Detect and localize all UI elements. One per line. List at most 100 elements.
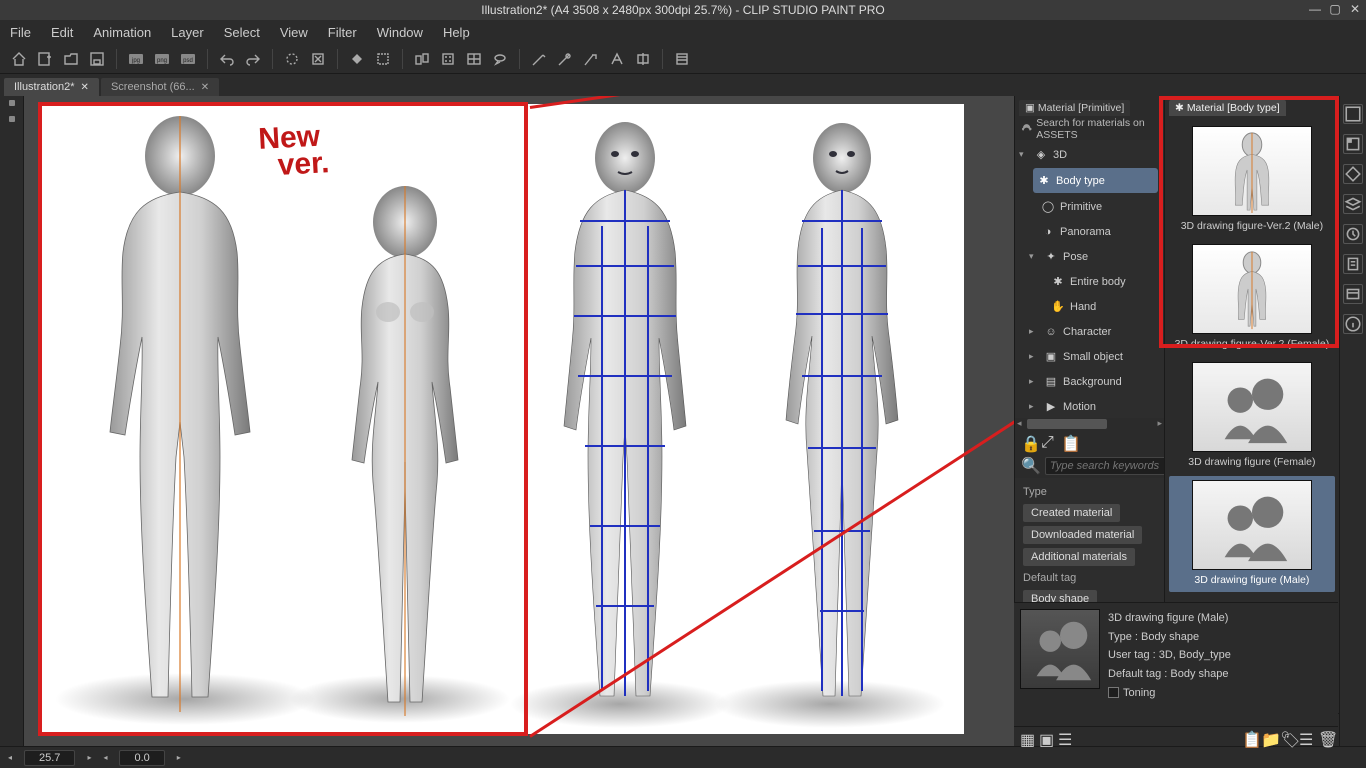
primitive-icon: ◯: [1041, 200, 1055, 214]
snap-grid-icon[interactable]: [580, 48, 602, 70]
chip-created[interactable]: Created material: [1023, 504, 1120, 522]
material-female-v2[interactable]: 3D drawing figure-Ver.2 (Female): [1169, 240, 1335, 356]
home-icon[interactable]: [8, 48, 30, 70]
assist-icon[interactable]: [671, 48, 693, 70]
itembank-icon[interactable]: [1343, 284, 1363, 304]
menu-file[interactable]: File: [10, 25, 31, 40]
tool-dot-2[interactable]: [9, 116, 15, 122]
selection-icon[interactable]: [372, 48, 394, 70]
doctab-screenshot[interactable]: Screenshot (66... ✕: [101, 78, 219, 96]
clear-icon[interactable]: [307, 48, 329, 70]
tree-motion[interactable]: ▸▶Motion: [1015, 394, 1164, 418]
save-icon[interactable]: [86, 48, 108, 70]
grid-large-icon[interactable]: ▣: [1039, 730, 1053, 744]
rotate-ccw-icon[interactable]: ◂: [103, 753, 107, 762]
chevron-right-icon: ▸: [1029, 351, 1039, 362]
canvas-area[interactable]: New ver.: [24, 96, 1014, 746]
perspective-icon[interactable]: [606, 48, 628, 70]
tab-close-icon[interactable]: ✕: [201, 82, 209, 93]
snap-special-icon[interactable]: [554, 48, 576, 70]
material-male-old[interactable]: 3D drawing figure (Male): [1169, 476, 1335, 592]
lock-icon[interactable]: 🔒: [1021, 434, 1037, 450]
zoom-in-icon[interactable]: ▸: [87, 753, 91, 762]
minimize-icon[interactable]: —: [1308, 2, 1322, 16]
symmetry-icon[interactable]: [632, 48, 654, 70]
delete-icon[interactable]: 🗑: [1318, 730, 1332, 744]
menu-edit[interactable]: Edit: [51, 25, 73, 40]
zoom-out-icon[interactable]: ◂: [8, 753, 12, 762]
tree-character[interactable]: ▸☺Character: [1015, 319, 1164, 344]
material-label: 3D drawing figure (Male): [1169, 574, 1335, 586]
grid-small-icon[interactable]: ▦: [1020, 730, 1034, 744]
rotation-value[interactable]: 0.0: [119, 750, 164, 766]
toning-checkbox[interactable]: [1108, 687, 1119, 698]
quickaccess-icon[interactable]: [1343, 104, 1363, 124]
tool-dot-1[interactable]: [9, 100, 15, 106]
maximize-icon[interactable]: ▢: [1328, 2, 1342, 16]
balloon-icon[interactable]: [489, 48, 511, 70]
assets-search-row[interactable]: Search for materials on ASSETS: [1015, 118, 1164, 140]
menu-filter[interactable]: Filter: [328, 25, 357, 40]
material-female-old[interactable]: 3D drawing figure (Female): [1169, 358, 1335, 474]
menu-view[interactable]: View: [280, 25, 308, 40]
tree-pose[interactable]: ▾✦Pose: [1015, 244, 1164, 269]
material-tab-primitive[interactable]: ▣ Material [Primitive]: [1019, 100, 1130, 116]
tree-hand[interactable]: ✋Hand: [1015, 294, 1164, 319]
menu-window[interactable]: Window: [377, 25, 423, 40]
layer-icon[interactable]: [1343, 194, 1363, 214]
menu-select[interactable]: Select: [224, 25, 260, 40]
extract-line-icon[interactable]: [411, 48, 433, 70]
rotate-cw-icon[interactable]: ▸: [177, 753, 181, 762]
props-icon[interactable]: ☰: [1299, 730, 1313, 744]
paste-icon[interactable]: 📋: [1242, 730, 1256, 744]
panorama-icon: ◑: [1041, 225, 1055, 239]
tone-icon[interactable]: [437, 48, 459, 70]
scroll-right-icon[interactable]: ▸: [1157, 418, 1162, 429]
open-icon[interactable]: [60, 48, 82, 70]
canvas[interactable]: [40, 104, 964, 734]
export-psd-icon[interactable]: psd: [177, 48, 199, 70]
doctab-illustration2[interactable]: Illustration2* ✕: [4, 78, 99, 96]
history-icon[interactable]: [1343, 224, 1363, 244]
new-canvas-icon[interactable]: [34, 48, 56, 70]
info-icon[interactable]: [1343, 314, 1363, 334]
chip-downloaded[interactable]: Downloaded material: [1023, 526, 1142, 544]
paste-icon[interactable]: 📋: [1061, 434, 1077, 450]
close-icon[interactable]: ✕: [1348, 2, 1362, 16]
filter-default-tag-label: Default tag: [1023, 572, 1156, 584]
menu-animation[interactable]: Animation: [93, 25, 151, 40]
expand-icon[interactable]: ⤢: [1041, 434, 1057, 450]
list-icon[interactable]: ☰: [1058, 730, 1072, 744]
material-tab-body-type[interactable]: ✱ Material [Body type]: [1169, 100, 1286, 116]
tree-small-object[interactable]: ▸▣Small object: [1015, 344, 1164, 369]
subview-icon[interactable]: [1343, 134, 1363, 154]
redo-icon[interactable]: [242, 48, 264, 70]
export-jpg-icon[interactable]: jpg: [125, 48, 147, 70]
menu-help[interactable]: Help: [443, 25, 470, 40]
tab-close-icon[interactable]: ✕: [81, 82, 89, 93]
menu-layer[interactable]: Layer: [171, 25, 204, 40]
tree-panorama[interactable]: ◑Panorama: [1015, 219, 1164, 244]
loading-icon[interactable]: [281, 48, 303, 70]
autoaction-icon[interactable]: [1343, 254, 1363, 274]
fill-icon[interactable]: [346, 48, 368, 70]
material-male-v2[interactable]: 3D drawing figure-Ver.2 (Male): [1169, 122, 1335, 238]
frame-icon[interactable]: [463, 48, 485, 70]
chip-additional[interactable]: Additional materials: [1023, 548, 1135, 566]
folder-icon[interactable]: 📁: [1261, 730, 1275, 744]
snap-ruler-icon[interactable]: [528, 48, 550, 70]
navigator-icon[interactable]: [1343, 164, 1363, 184]
tree-3d[interactable]: ▾◈3D: [1015, 142, 1164, 167]
zoom-value[interactable]: 25.7: [24, 750, 75, 766]
tree-background[interactable]: ▸▤Background: [1015, 369, 1164, 394]
tag-icon[interactable]: 🏷: [1280, 730, 1294, 744]
tree-body-type[interactable]: ✱Body type: [1033, 168, 1158, 193]
export-png-icon[interactable]: png: [151, 48, 173, 70]
tree-entire-body[interactable]: ✱Entire body: [1015, 269, 1164, 294]
tree-primitive[interactable]: ◯Primitive: [1015, 194, 1164, 219]
tree-scrollbar-h[interactable]: ◂▸: [1015, 418, 1164, 430]
undo-icon[interactable]: [216, 48, 238, 70]
object-icon: ▣: [1044, 350, 1058, 364]
filter-type-label: Type: [1023, 486, 1156, 498]
scroll-left-icon[interactable]: ◂: [1017, 418, 1022, 429]
